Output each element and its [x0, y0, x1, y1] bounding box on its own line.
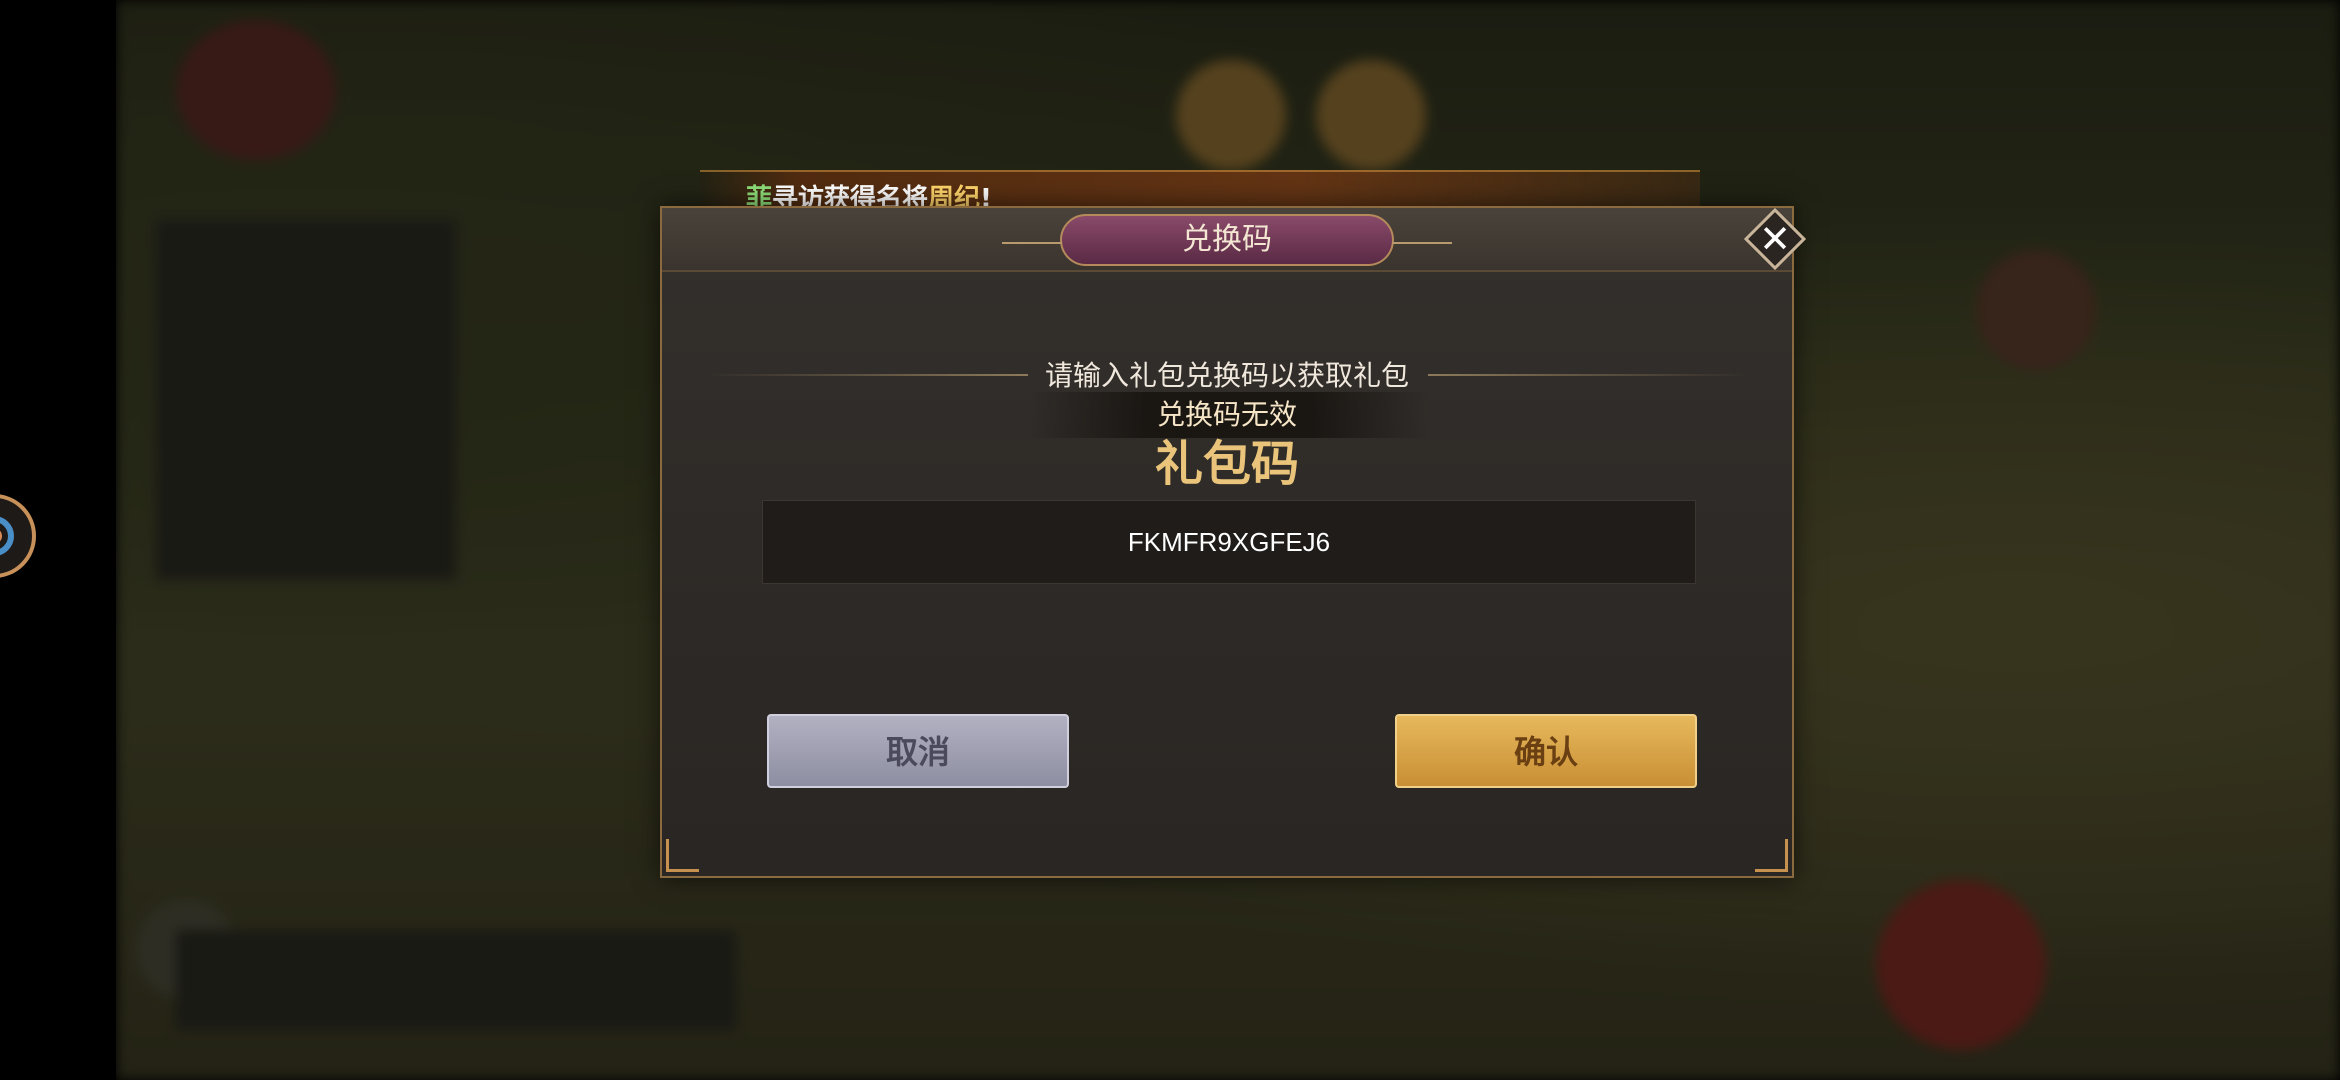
game-screen: 菲寻访获得名将周纪! 兑换码 ✕ 请输入礼包兑换码以获取礼包 兑换码无效 礼包码…	[0, 0, 2340, 1080]
corner-ornament-right	[1755, 839, 1788, 872]
cancel-button[interactable]: 取消	[767, 714, 1069, 788]
dialog-header: 兑换码	[662, 208, 1792, 272]
confirm-button[interactable]: 确认	[1395, 714, 1697, 788]
assistant-ring-icon	[0, 516, 14, 556]
title-plate: 兑换码	[1002, 214, 1452, 266]
dialog-title: 兑换码	[1182, 222, 1272, 257]
prompt-text: 请输入礼包兑换码以获取礼包	[1044, 359, 1409, 392]
corner-ornament-left	[666, 839, 699, 872]
close-button[interactable]: ✕	[1740, 204, 1810, 274]
redeem-code-dialog: 兑换码 ✕ 请输入礼包兑换码以获取礼包 兑换码无效 礼包码 FKMFR9XGFE…	[660, 206, 1807, 878]
gift-code-input[interactable]: FKMFR9XGFEJ6	[762, 500, 1696, 584]
close-icon: ✕	[1759, 217, 1791, 261]
gift-code-label: 礼包码	[1154, 436, 1299, 492]
